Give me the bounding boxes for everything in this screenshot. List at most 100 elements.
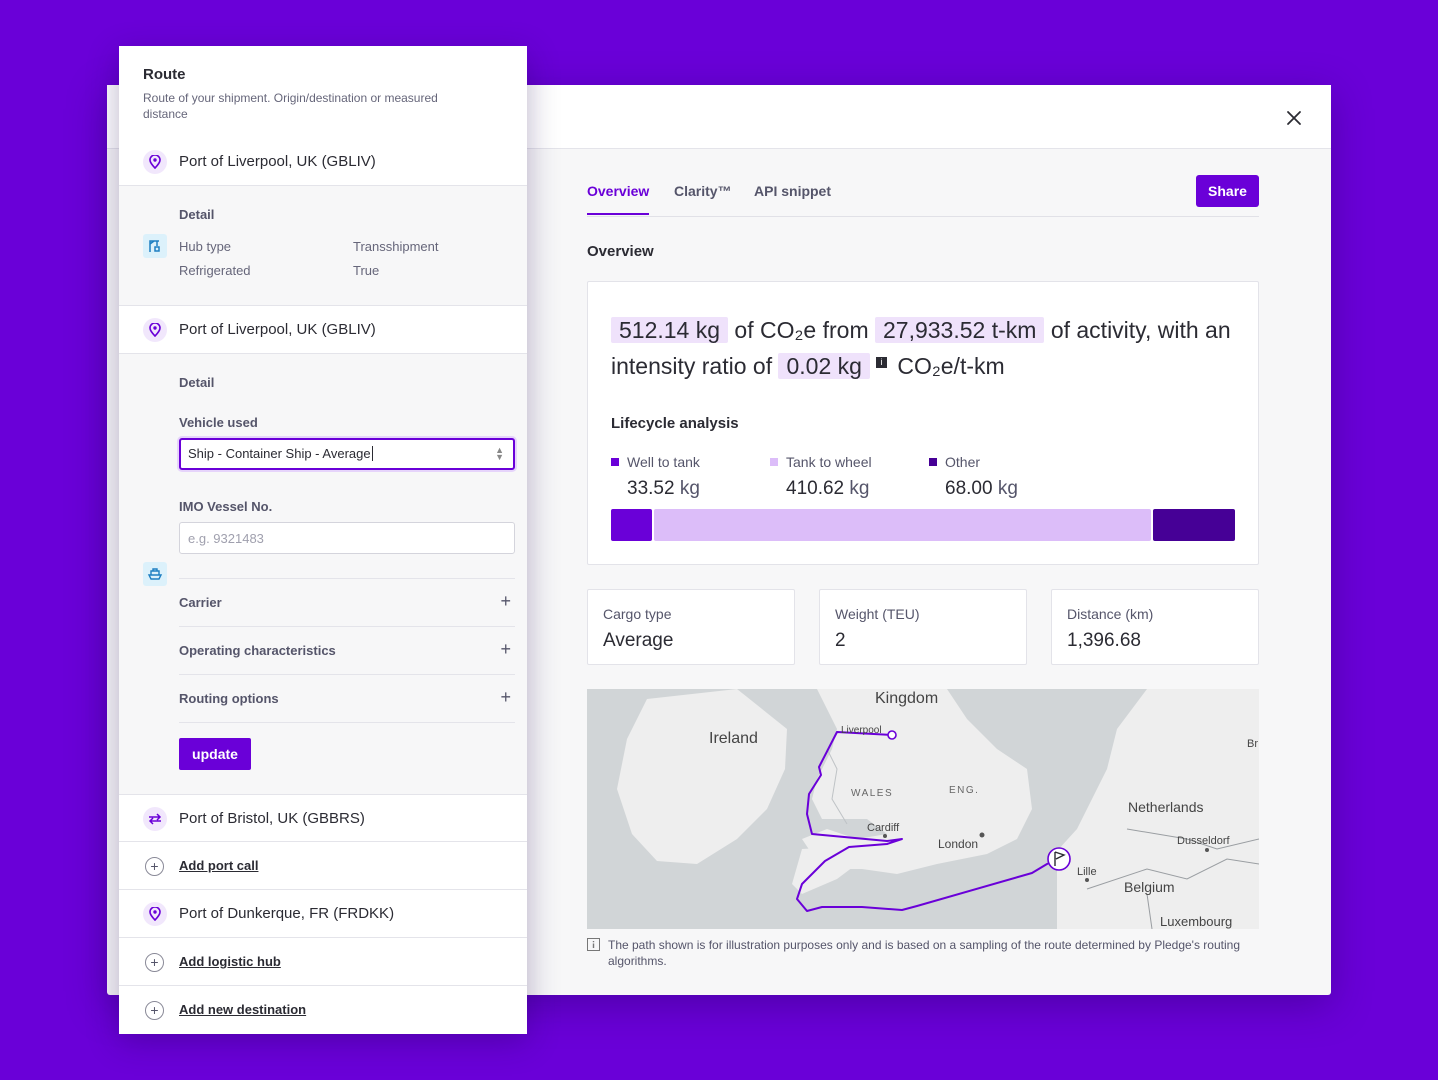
add-logistic-hub-link[interactable]: Add logistic hub (179, 954, 281, 969)
detail-value: True (353, 263, 380, 278)
route-stop-origin[interactable]: Port of Liverpool, UK (GBLIV) (119, 138, 527, 186)
lifecycle-bar-segment (1152, 509, 1235, 541)
accordion-operating-characteristics[interactable]: Operating characteristics + (179, 626, 515, 674)
hub-detail-section: Detail Hub type Transshipment Refrigerat… (119, 186, 527, 306)
map-label-br: Br (1247, 738, 1258, 750)
tab-overview[interactable]: Overview (587, 183, 650, 215)
add-port-call-row: + Add port call (119, 842, 527, 890)
detail-key: Hub type (179, 239, 232, 254)
map-label-luxembourg: Luxembourg (1160, 914, 1232, 929)
summary-text-1: of CO₂e from (734, 317, 869, 343)
info-icon (587, 938, 600, 951)
route-stop-bristol[interactable]: Port of Bristol, UK (GBBRS) (119, 794, 527, 842)
tab-api-snippet[interactable]: API snippet (754, 183, 831, 213)
plus-icon: + (500, 639, 511, 659)
map-label-kingdom: Kingdom (875, 690, 938, 707)
city-dot-cardiff (883, 834, 887, 838)
legend-value: 33.52 (627, 478, 675, 499)
plus-circle-icon[interactable]: + (145, 953, 164, 972)
map-canvas[interactable]: Kingdom Ireland Liverpool WALES ENG. Car… (587, 689, 1259, 929)
add-logistic-hub-row: + Add logistic hub (119, 938, 527, 986)
emissions-summary: 512.14 kg of CO₂e from 27,933.52 t-km of… (611, 312, 1241, 384)
legend-unit: kg (679, 478, 700, 499)
metric-value: 2 (835, 630, 846, 651)
accordion-label: Carrier (179, 595, 222, 610)
ireland-land (617, 689, 787, 864)
imo-vessel-input[interactable] (179, 522, 515, 554)
share-button[interactable]: Share (1196, 175, 1259, 207)
legend-unit: kg (849, 478, 870, 499)
metric-label: Cargo type (603, 606, 672, 622)
accordion-divider (179, 722, 515, 723)
tab-bar: Overview Clarity™ API snippet Share (587, 173, 1259, 217)
map-label-wales: WALES (851, 788, 893, 799)
legend-value: 68.00 (945, 478, 993, 499)
britain-land (802, 689, 1032, 874)
destination-flag-icon[interactable] (1047, 847, 1071, 871)
route-stop-departure[interactable]: Port of Liverpool, UK (GBLIV) (119, 306, 527, 354)
location-pin-icon (143, 318, 167, 342)
text-cursor (371, 446, 373, 461)
map-label-london: London (938, 837, 978, 851)
plus-icon: + (500, 687, 511, 707)
plus-circle-icon[interactable]: + (145, 857, 164, 876)
metric-value: Average (603, 630, 674, 651)
metric-value: 1,396.68 (1067, 630, 1141, 651)
accordion-carrier[interactable]: Carrier + (179, 578, 515, 626)
stop-label: Port of Bristol, UK (GBBRS) (179, 810, 365, 827)
legend-well-to-tank: Well to tank 33.52 kg (611, 454, 700, 500)
accordion-label: Routing options (179, 691, 279, 706)
intensity-value: 0.02 kg (778, 353, 870, 379)
stop-label: Port of Dunkerque, FR (FRDKK) (179, 905, 395, 922)
lifecycle-bar-segment (653, 509, 1151, 541)
update-button[interactable]: update (179, 738, 251, 770)
legend-other: Other 68.00 kg (929, 454, 1018, 500)
plus-icon: + (500, 591, 511, 611)
legend-value: 410.62 (786, 478, 845, 499)
map-label-netherlands: Netherlands (1128, 799, 1204, 815)
emissions-summary-card: 512.14 kg of CO₂e from 27,933.52 t-km of… (587, 281, 1259, 565)
vehicle-select-value: Ship - Container Ship - Average (188, 446, 371, 461)
map-label-belgium: Belgium (1124, 879, 1175, 895)
legend-label: Well to tank (627, 454, 700, 470)
activity-value: 27,933.52 t-km (875, 317, 1045, 343)
map-label-ireland: Ireland (709, 730, 758, 747)
ship-icon (143, 562, 167, 586)
location-pin-icon (143, 150, 167, 174)
map-label-eng: ENG. (949, 785, 979, 796)
add-destination-link[interactable]: Add new destination (179, 1002, 306, 1017)
detail-value: Transshipment (353, 239, 439, 254)
legend-label: Other (945, 454, 981, 470)
vehicle-select[interactable]: Ship - Container Ship - Average ▲ ▼ (179, 438, 515, 470)
close-icon[interactable] (1283, 107, 1305, 129)
add-port-call-link[interactable]: Add port call (179, 858, 258, 873)
lifecycle-title: Lifecycle analysis (611, 415, 739, 432)
metric-label: Weight (TEU) (835, 606, 920, 622)
city-dot-lille (1085, 878, 1089, 882)
leg-detail-heading: Detail (179, 375, 215, 390)
disclaimer-text: The path shown is for illustration purpo… (608, 938, 1240, 968)
overview-title: Overview (587, 243, 654, 260)
map-label-liverpool: Liverpool (841, 725, 882, 736)
hub-detail-heading: Detail (179, 207, 215, 222)
plus-circle-icon[interactable]: + (145, 1001, 164, 1020)
square-icon (770, 458, 778, 466)
accordion-label: Operating characteristics (179, 643, 336, 658)
tab-clarity[interactable]: Clarity™ (674, 183, 732, 213)
square-icon (611, 458, 619, 466)
detail-key: Refrigerated (179, 263, 251, 278)
legend-tank-to-wheel: Tank to wheel 410.62 kg (770, 454, 872, 500)
square-icon (929, 458, 937, 466)
accordion-routing-options[interactable]: Routing options + (179, 674, 515, 722)
vehicle-label: Vehicle used (179, 415, 258, 430)
info-icon[interactable]: i (875, 357, 887, 369)
imo-label: IMO Vessel No. (179, 499, 273, 514)
route-panel: Route Route of your shipment. Origin/des… (119, 46, 527, 1034)
origin-marker[interactable] (887, 730, 897, 740)
transfer-arrows-icon (143, 807, 167, 831)
map-disclaimer: The path shown is for illustration purpo… (587, 937, 1259, 969)
route-stop-destination[interactable]: Port of Dunkerque, FR (FRDKK) (119, 890, 527, 938)
route-map[interactable]: Kingdom Ireland Liverpool WALES ENG. Car… (587, 689, 1259, 929)
metric-distance: Distance (km) 1,396.68 (1051, 589, 1259, 665)
map-label-cardiff: Cardiff (867, 822, 900, 834)
